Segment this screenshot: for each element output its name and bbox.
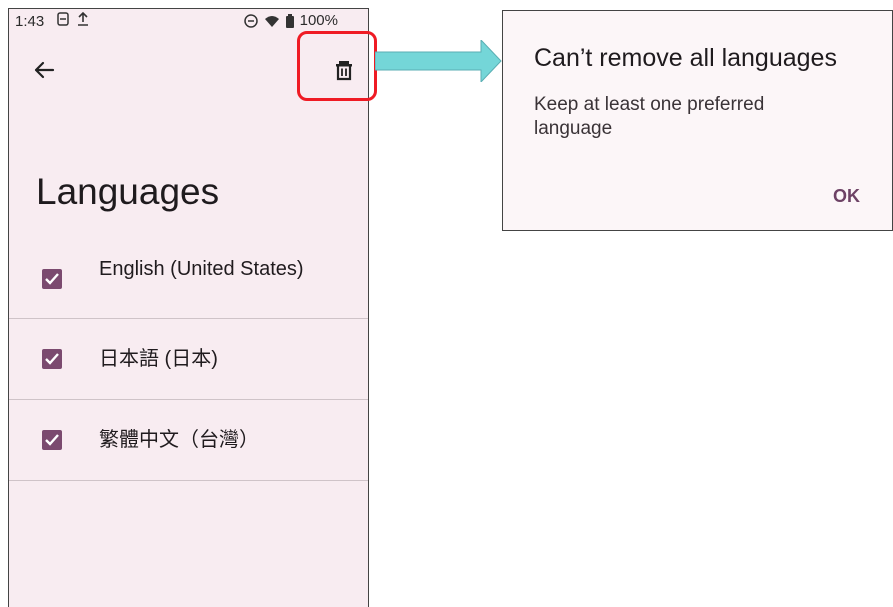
- battery-percent: 100%: [299, 12, 338, 29]
- dialog-message: Keep at least one preferred language: [534, 94, 765, 139]
- check-icon: [45, 273, 59, 285]
- language-item-english[interactable]: English (United States): [9, 239, 368, 319]
- language-label: English (United States): [99, 258, 304, 280]
- check-icon: [45, 434, 59, 446]
- status-time: 1:43: [15, 13, 45, 30]
- alert-dialog: Can’t remove all languages Keep at least…: [502, 10, 893, 231]
- checkbox[interactable]: [42, 349, 62, 369]
- sim-icon: [57, 12, 69, 26]
- language-item-traditional-chinese[interactable]: 繁體中文（台灣）: [9, 400, 368, 481]
- wifi-icon: [264, 15, 279, 27]
- checkbox[interactable]: [42, 430, 62, 450]
- language-label: 日本語 (日本): [99, 348, 218, 370]
- highlight-callout: [297, 31, 377, 101]
- page-title: Languages: [36, 171, 220, 212]
- ok-button[interactable]: OK: [833, 186, 860, 207]
- dialog-title: Can’t remove all languages: [534, 44, 837, 72]
- do-not-disturb-icon: [243, 13, 258, 28]
- arrow-right-icon: [375, 40, 502, 82]
- arrow-left-icon[interactable]: [29, 55, 59, 85]
- check-icon: [45, 353, 59, 365]
- upload-icon: [78, 12, 88, 26]
- checkbox[interactable]: [42, 269, 62, 289]
- battery-icon: [285, 13, 294, 28]
- language-item-japanese[interactable]: 日本語 (日本): [9, 319, 368, 400]
- language-label: 繁體中文（台灣）: [99, 429, 259, 451]
